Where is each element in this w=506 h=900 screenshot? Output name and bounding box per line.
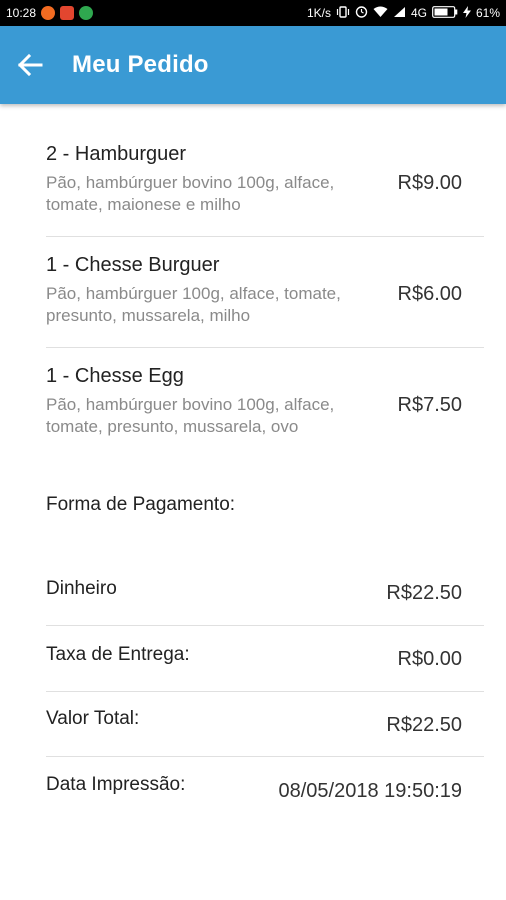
battery-percent: 61% [475, 6, 500, 20]
item-name: 1 - Chesse Burguer [46, 254, 220, 276]
divider [46, 347, 484, 348]
payment-heading: Forma de Pagamento: [46, 494, 236, 515]
status-left: 10:28 [6, 6, 94, 20]
status-right: 1K/s 4G 61% [307, 5, 500, 21]
item-price: R$7.50 [397, 394, 463, 416]
status-bar: 10:28 1K/s 4G 61% [0, 0, 506, 26]
network-type: 4G [410, 6, 427, 20]
page-title: Meu Pedido [72, 51, 209, 78]
alarm-icon [355, 5, 368, 21]
total-label: Valor Total: [46, 708, 140, 729]
item-description: Pão, hambúrguer bovino 100g, alface, tom… [46, 395, 335, 436]
android-icon [79, 6, 94, 20]
notification-app-icon [41, 6, 56, 20]
mail-icon [60, 6, 75, 20]
list-item: 1 - Chesse Burguer Pão, hambúrguer 100g,… [46, 250, 484, 350]
charging-icon [462, 5, 471, 21]
list-item: 2 - Hamburguer Pão, hambúrguer bovino 10… [46, 139, 484, 239]
payment-method-value: R$22.50 [386, 582, 462, 604]
total-value: R$22.50 [386, 714, 462, 736]
divider [46, 756, 484, 757]
payment-method-label: Dinheiro [46, 578, 117, 599]
clock: 10:28 [6, 6, 37, 20]
wifi-icon [373, 6, 388, 21]
item-name: 2 - Hamburguer [46, 143, 187, 165]
item-name: 1 - Chesse Egg [46, 365, 184, 387]
signal-icon [393, 6, 406, 21]
item-price: R$6.00 [397, 283, 463, 305]
list-item: 1 - Chesse Egg Pão, hambúrguer bovino 10… [46, 361, 484, 461]
delivery-fee-label: Taxa de Entrega: [46, 644, 190, 665]
arrow-left-icon[interactable] [15, 50, 45, 80]
item-price: R$9.00 [397, 172, 463, 194]
item-description: Pão, hambúrguer bovino 100g, alface, tom… [46, 173, 335, 214]
divider [46, 691, 484, 692]
divider [46, 625, 484, 626]
vibrate-icon [336, 5, 350, 21]
battery-icon [432, 5, 458, 21]
network-speed: 1K/s [306, 6, 331, 20]
print-date-label: Data Impressão: [46, 774, 186, 795]
app-bar: Meu Pedido [0, 26, 506, 104]
item-description: Pão, hambúrguer 100g, alface, tomate, pr… [46, 284, 341, 325]
delivery-fee-value: R$0.00 [397, 648, 463, 670]
print-date-value: 08/05/2018 19:50:19 [278, 780, 462, 802]
divider [46, 236, 484, 237]
